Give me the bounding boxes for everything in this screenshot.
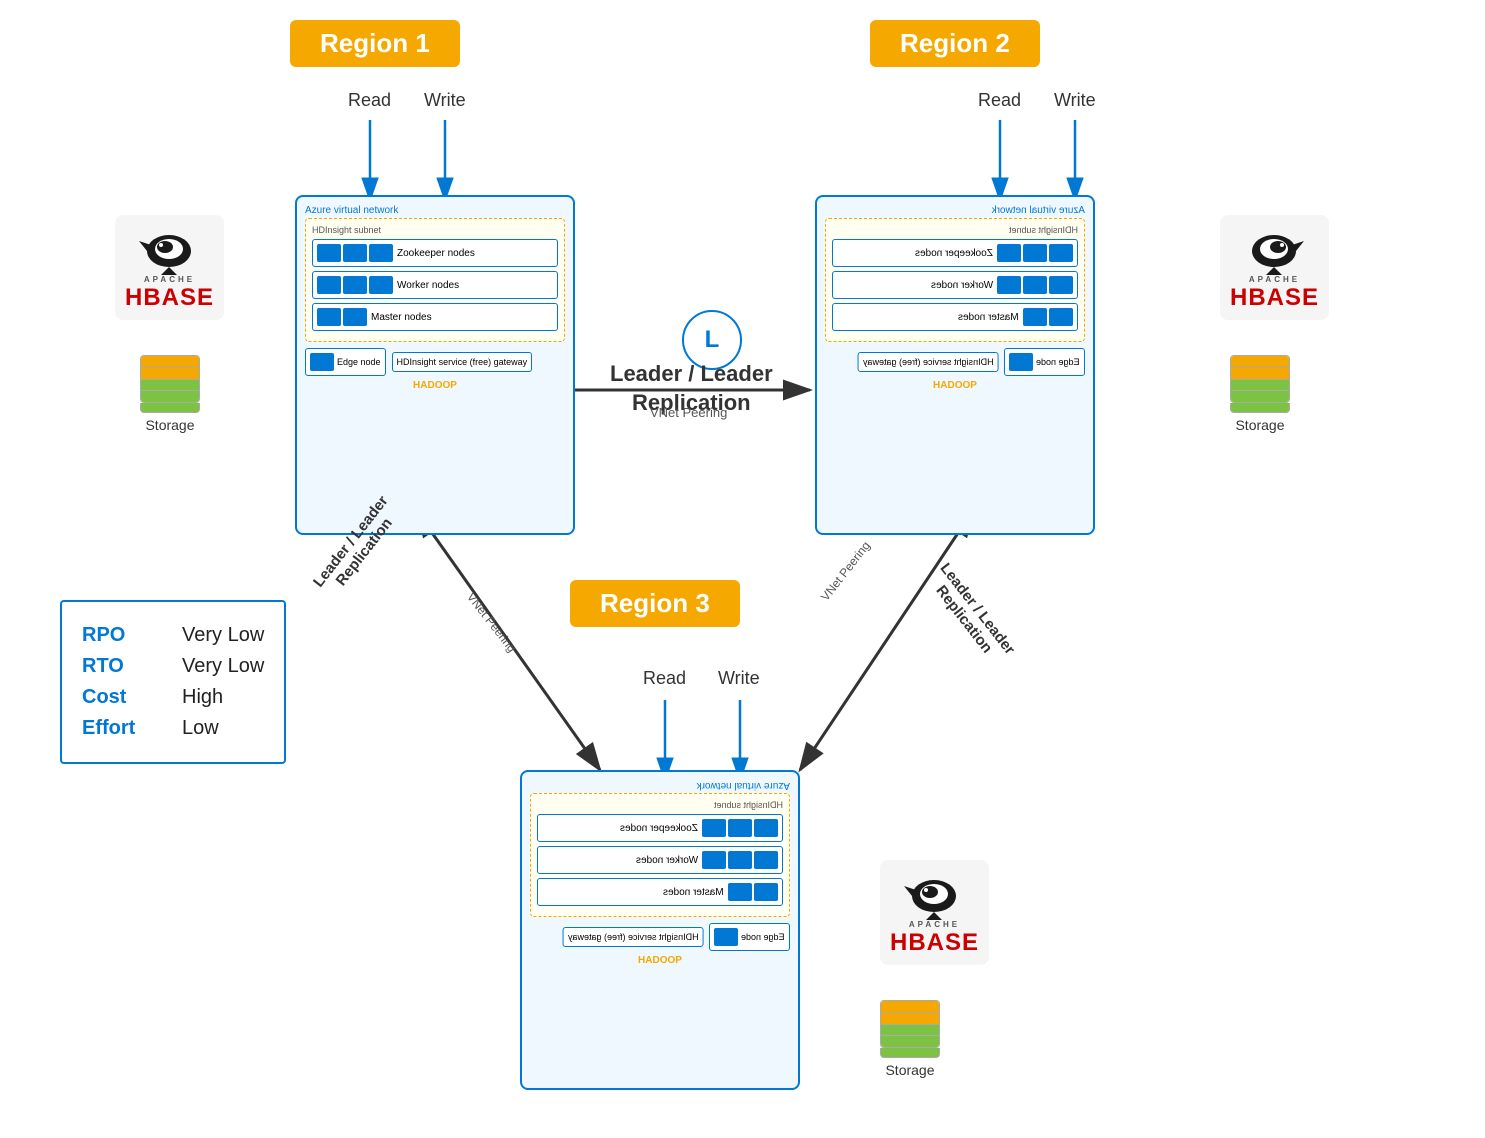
orca-icon-region2: [1242, 223, 1307, 275]
info-box: RPO Very Low RTO Very Low Cost High Effo…: [60, 600, 286, 764]
region3-badge: Region 3: [570, 580, 740, 627]
storage-icon-region1: Storage: [140, 355, 200, 433]
region1-write-label: Write: [424, 90, 466, 111]
region3-zookeeper-row: Zookeeper nodes: [537, 814, 783, 842]
region3-cluster: Azure virtual network HDInsight subnet Z…: [520, 770, 800, 1090]
region3-master-row: Master nodes: [537, 878, 783, 906]
region2-badge: Region 2: [870, 20, 1040, 67]
worker-label: Worker nodes: [397, 280, 459, 291]
region1-read-label: Read: [348, 90, 391, 111]
hadoop-label1: HADOOP: [305, 380, 565, 391]
diagram-container: Region 1 Region 2 Region 3 Read Write Re…: [0, 0, 1485, 1138]
region3-write-label: Write: [718, 668, 760, 689]
region2-worker-row: Worker nodes: [832, 271, 1078, 299]
region2-write-label: Write: [1054, 90, 1096, 111]
region3-read-label: Read: [643, 668, 686, 689]
region2-master-row: Master nodes: [832, 303, 1078, 331]
vnet-peering-center-label: VNet Peering: [650, 405, 727, 420]
zookeeper-row: Zookeeper nodes: [312, 239, 558, 267]
orca-icon-region1: [137, 223, 202, 275]
region2-zookeeper-row: Zookeeper nodes: [832, 239, 1078, 267]
leader-leader-right-label: Leader / Leader Replication: [923, 560, 1018, 668]
hbase-logo-region1: APACHE HBASE: [115, 215, 224, 320]
vnet-peering-left-label: VNet Peering: [464, 590, 519, 655]
storage-icon-region2: Storage: [1230, 355, 1290, 433]
hadoop-label3: HADOOP: [530, 955, 790, 966]
master-row: Master nodes: [312, 303, 558, 331]
vnet-peering-right-label: VNet Peering: [818, 539, 873, 604]
region2-gateway-box: HDInsight service (free) gateway: [858, 352, 999, 372]
rpo-row: RPO Very Low: [82, 624, 264, 647]
hadoop-label2: HADOOP: [825, 380, 1085, 391]
storage-icon-region3: Storage: [880, 1000, 940, 1078]
region1-badge: Region 1: [290, 20, 460, 67]
worker-row: Worker nodes: [312, 271, 558, 299]
region3-worker-row: Worker nodes: [537, 846, 783, 874]
gateway-box: HDInsight service (free) gateway: [392, 352, 533, 372]
region3-edge-row: Edge node: [709, 923, 790, 951]
edge-row: Edge node: [305, 348, 386, 376]
hbase-logo-region2: APACHE HBASE: [1220, 215, 1329, 320]
region2-cluster: Azure virtual network HDInsight subnet Z…: [815, 195, 1095, 535]
region1-cluster: Azure virtual network HDInsight subnet Z…: [295, 195, 575, 535]
cost-row: Cost High: [82, 686, 264, 709]
region2-edge-row: Edge node: [1004, 348, 1085, 376]
orca-icon-region3: [902, 868, 967, 920]
region3-gateway-box: HDInsight service (free) gateway: [563, 927, 704, 947]
master-label: Master nodes: [371, 312, 432, 323]
zookeeper-label: Zookeeper nodes: [397, 248, 475, 259]
effort-row: Effort Low: [82, 717, 264, 740]
region2-read-label: Read: [978, 90, 1021, 111]
hbase-logo-region3: APACHE HBASE: [880, 860, 989, 965]
rto-row: RTO Very Low: [82, 655, 264, 678]
